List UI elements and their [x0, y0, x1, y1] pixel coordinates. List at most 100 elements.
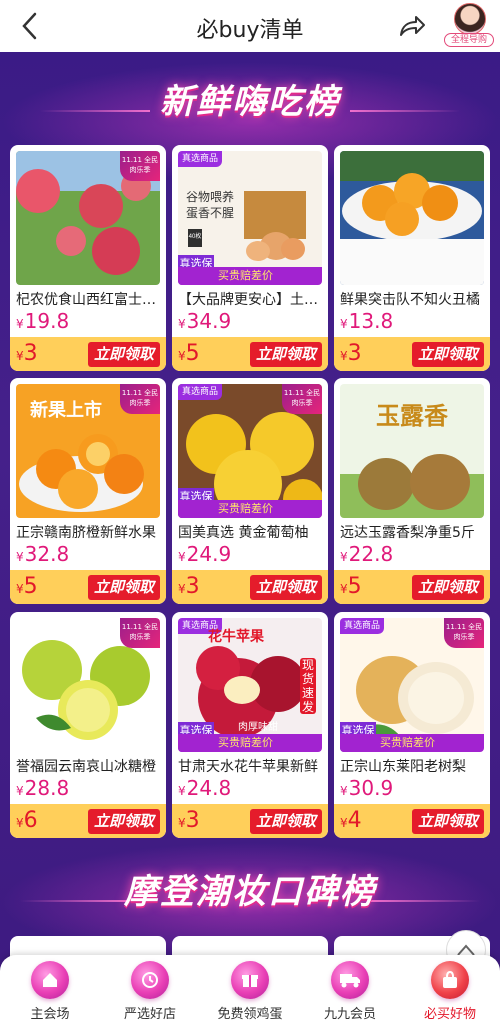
guide-label: 全程导购: [444, 33, 494, 47]
nav-label: 必买好物: [423, 1007, 476, 1022]
product-image: 真选商品 11.11 全民肉乐季 真选保障 买贵赔差价: [178, 384, 322, 518]
product-card[interactable]: 新果上市 11.11 全民肉乐季 正宗赣南脐橙新鲜水果 ¥32.8 ¥5 立即领…: [10, 378, 166, 604]
home-icon: [31, 961, 69, 999]
product-price: ¥30.9: [340, 776, 394, 800]
bag-icon: [431, 961, 469, 999]
product-card[interactable]: 鲜果突击队不知火丑橘 ¥13.8 ¥3 立即领取: [334, 145, 490, 371]
nav-label: 九九会员: [323, 1007, 376, 1022]
product-note: 肉厚味甜: [238, 722, 278, 733]
product-name: 杞农优食山西红富士苹果: [16, 292, 162, 308]
coupon-bar: ¥5 立即领取: [334, 570, 490, 604]
product-name: 正宗山东莱阳老树梨: [340, 759, 466, 775]
quality-tag: 真选商品: [178, 384, 223, 400]
coupon-bar: ¥3 立即领取: [172, 804, 328, 838]
nav-item-must-buy[interactable]: 必买好物: [400, 955, 500, 1029]
nav-item-main-venue[interactable]: 主会场: [0, 955, 100, 1029]
section-title-beauty: 摩登潮妆口碑榜: [124, 872, 376, 912]
product-card[interactable]: 玉露香 远达玉露香梨净重5斤 ¥22.8 ¥5 立即领取: [334, 378, 490, 604]
coupon-bar: ¥5 立即领取: [10, 570, 166, 604]
product-image: 新果上市 11.11 全民肉乐季: [16, 384, 160, 518]
coupon-value: ¥4: [340, 808, 362, 833]
product-price: ¥19.8: [16, 309, 70, 333]
promo-badge: 11.11 全民肉乐季: [444, 618, 484, 648]
quality-tag: 真选商品: [178, 151, 223, 167]
promo-badge: 11.11 全民肉乐季: [120, 151, 160, 181]
clock-icon: [131, 961, 169, 999]
product-image: 真选商品 花牛苹果 现货速发 肉厚味甜 真选保障 买贵赔差价: [178, 618, 322, 752]
price-guarantee-tag: 买贵赔差价: [340, 734, 484, 752]
product-name: 正宗赣南脐橙新鲜水果: [16, 525, 156, 541]
product-card[interactable]: 真选商品 花牛苹果 现货速发 肉厚味甜 真选保障 买贵赔差价 甘肃天水花牛苹果新…: [172, 612, 328, 838]
product-image: 玉露香: [340, 384, 484, 518]
coupon-bar: ¥5 立即领取: [172, 337, 328, 371]
coupon-bar: ¥3 立即领取: [10, 337, 166, 371]
claim-coupon-button[interactable]: 立即领取: [412, 342, 484, 367]
product-tagline: 谷物喂养 蛋香不腥: [186, 190, 235, 220]
product-card[interactable]: 11.11 全民肉乐季 誉福园云南哀山冰糖橙 ¥28.8 ¥6 立即领取: [10, 612, 166, 838]
nav-item-free-eggs[interactable]: 免费领鸡蛋: [200, 955, 300, 1029]
product-price: ¥34.9: [178, 309, 232, 333]
image-banner: 花牛苹果: [208, 629, 264, 645]
product-card[interactable]: 真选商品 谷物喂养蛋香不腥 40枚 真选保障 买贵赔差价 【大品牌更安心】土鸡蛋…: [172, 145, 328, 371]
product-price: ¥24.9: [178, 542, 232, 566]
coupon-value: ¥5: [16, 574, 38, 599]
coupon-value: ¥3: [178, 808, 200, 833]
nav-item-membership[interactable]: 九九会员: [300, 955, 400, 1029]
product-image: 11.11 全民肉乐季: [16, 151, 160, 285]
coupon-bar: ¥3 立即领取: [334, 337, 490, 371]
claim-coupon-button[interactable]: 立即领取: [412, 575, 484, 600]
price-guarantee-tag: 买贵赔差价: [178, 500, 322, 518]
image-banner: 新果上市: [30, 400, 102, 421]
product-name: 远达玉露香梨净重5斤: [340, 525, 475, 541]
price-guarantee-tag: 买贵赔差价: [178, 267, 322, 285]
nav-label: 免费领鸡蛋: [217, 1007, 283, 1022]
claim-coupon-button[interactable]: 立即领取: [88, 342, 160, 367]
nav-label: 主会场: [30, 1007, 70, 1022]
product-price: ¥24.8: [178, 776, 232, 800]
coupon-value: ¥3: [178, 574, 200, 599]
promo-badge: 11.11 全民肉乐季: [120, 618, 160, 648]
claim-coupon-button[interactable]: 立即领取: [88, 809, 160, 834]
coupon-bar: ¥6 立即领取: [10, 804, 166, 838]
price-guarantee-tag: 买贵赔差价: [178, 734, 322, 752]
gift-icon: [231, 961, 269, 999]
claim-coupon-button[interactable]: 立即领取: [88, 575, 160, 600]
product-name: 甘肃天水花牛苹果新鲜: [178, 759, 318, 775]
coupon-bar: ¥3 立即领取: [172, 570, 328, 604]
product-price: ¥28.8: [16, 776, 70, 800]
product-name: 【大品牌更安心】土鸡蛋: [178, 292, 324, 308]
product-card[interactable]: 真选商品 11.11 全民肉乐季 真选保障 买贵赔差价 国美真选 黄金葡萄柚 ¥…: [172, 378, 328, 604]
fast-ship-tag: 现货速发: [300, 658, 316, 714]
claim-coupon-button[interactable]: 立即领取: [250, 342, 322, 367]
product-price: ¥32.8: [16, 542, 70, 566]
shopping-guide-button[interactable]: 全程导购: [444, 3, 494, 49]
product-image: [340, 151, 484, 285]
product-name: 鲜果突击队不知火丑橘: [340, 292, 480, 308]
promo-badge: 11.11 全民肉乐季: [282, 384, 322, 414]
section-title-fresh: 新鲜嗨吃榜: [160, 82, 340, 122]
truck-icon: [331, 961, 369, 999]
product-card[interactable]: 11.11 全民肉乐季 杞农优食山西红富士苹果 ¥19.8 ¥3 立即领取: [10, 145, 166, 371]
product-image: 11.11 全民肉乐季: [16, 618, 160, 752]
claim-coupon-button[interactable]: 立即领取: [250, 809, 322, 834]
egg-count: 40枚: [188, 234, 202, 240]
product-image: 真选商品 11.11 全民肉乐季 真选保障 买贵赔差价: [340, 618, 484, 752]
nav-label: 严选好店: [123, 1007, 176, 1022]
coupon-value: ¥5: [340, 574, 362, 599]
promo-badge: 11.11 全民肉乐季: [120, 384, 160, 414]
product-price: ¥22.8: [340, 542, 394, 566]
share-button[interactable]: [396, 10, 428, 42]
nav-item-selected-stores[interactable]: 严选好店: [100, 955, 200, 1029]
claim-coupon-button[interactable]: 立即领取: [250, 575, 322, 600]
guide-avatar: [454, 3, 486, 35]
bottom-nav: 主会场 严选好店 免费领鸡蛋 九九会员 必买好物: [0, 955, 500, 1029]
coupon-value: ¥6: [16, 808, 38, 833]
claim-coupon-button[interactable]: 立即领取: [412, 809, 484, 834]
product-name: 誉福园云南哀山冰糖橙: [16, 759, 156, 775]
product-name: 国美真选 黄金葡萄柚: [178, 525, 309, 541]
coupon-value: ¥5: [178, 341, 200, 366]
coupon-bar: ¥4 立即领取: [334, 804, 490, 838]
product-card[interactable]: 真选商品 11.11 全民肉乐季 真选保障 买贵赔差价 正宗山东莱阳老树梨 ¥3…: [334, 612, 490, 838]
quality-tag: 真选商品: [340, 618, 385, 634]
product-image: 真选商品 谷物喂养蛋香不腥 40枚 真选保障 买贵赔差价: [178, 151, 322, 285]
